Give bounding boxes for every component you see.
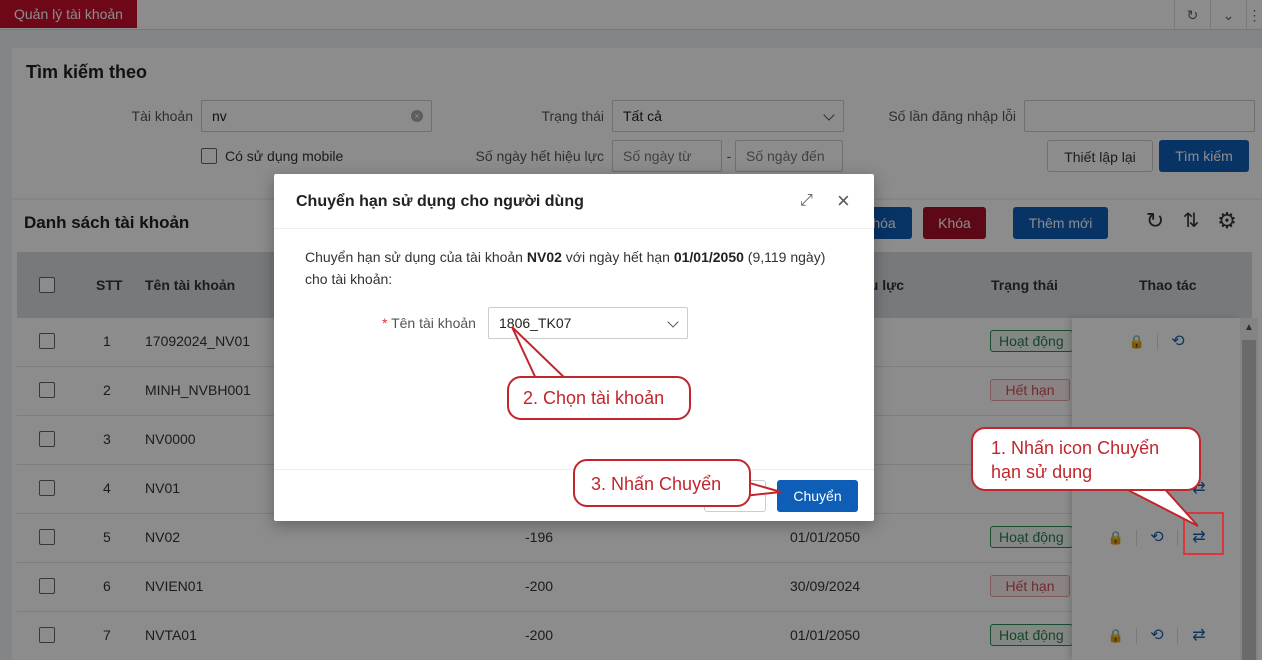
desc-date: 01/01/2050: [673, 249, 744, 265]
modal-title: Chuyển hạn sử dụng cho người dùng: [296, 193, 584, 210]
desc-text-4: cho tài khoản:: [305, 271, 393, 287]
account-field-label: * Tên tài khoản: [382, 315, 476, 331]
expand-icon[interactable]: ⤢: [800, 192, 813, 210]
close-icon[interactable]: ×: [837, 188, 850, 214]
modal-description: Chuyển hạn sử dụng của tài khoản NV02 vớ…: [305, 246, 855, 290]
callout-step-3: 3. Nhấn Chuyển: [573, 459, 751, 507]
desc-account: NV02: [526, 249, 562, 265]
desc-text-3: (9,119 ngày): [743, 249, 826, 265]
callout-step-1: 1. Nhấn icon Chuyển hạn sử dụng: [971, 427, 1201, 491]
transfer-button[interactable]: Chuyển: [777, 480, 858, 512]
desc-text-1: Chuyển hạn sử dụng của tài khoản: [305, 249, 527, 265]
callout-step-2: 2. Chọn tài khoản: [507, 376, 691, 420]
chevron-down-icon: [667, 316, 679, 328]
required-mark: *: [382, 315, 388, 331]
desc-text-2: với ngày hết hạn: [561, 249, 674, 265]
modal-header-divider: [274, 228, 874, 229]
account-field-label-text: Tên tài khoản: [391, 315, 476, 331]
